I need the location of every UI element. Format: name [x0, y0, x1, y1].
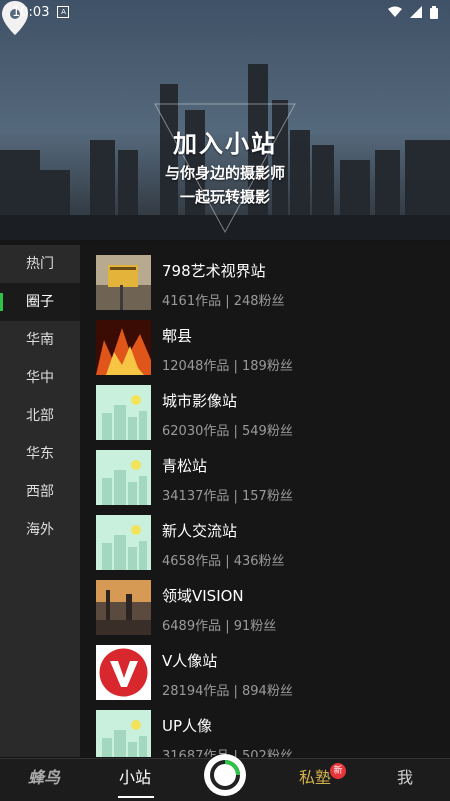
sidebar-item-label: 华东 — [26, 446, 54, 462]
sidebar-item-label: 华南 — [26, 332, 54, 348]
status-bar: 10:03 A — [0, 0, 450, 24]
sidebar-item-label: 海外 — [26, 522, 54, 538]
camera-button[interactable] — [204, 754, 246, 796]
v-logo-icon — [96, 645, 151, 700]
sidebar-item-label: 圈子 — [26, 294, 54, 310]
camera-icon — [205, 755, 245, 795]
station-row[interactable]: V人像站 28194作品 | 894粉丝 — [80, 635, 450, 700]
city-placeholder-icon — [96, 710, 151, 757]
sidebar-item-label: 热门 — [26, 256, 54, 272]
new-badge: 新 — [330, 763, 346, 779]
banner-subtitle-line1: 与你身边的摄影师 — [164, 164, 285, 182]
station-thumbnail — [96, 255, 151, 310]
sidebar-item-central[interactable]: 华中 — [0, 359, 80, 397]
banner-subtitle-line2: 一起玩转摄影 — [179, 188, 270, 206]
sidebar-item-east[interactable]: 华东 — [0, 435, 80, 473]
photo-city-thumb — [96, 580, 151, 635]
city-placeholder-icon — [96, 515, 151, 570]
sidebar-item-south[interactable]: 华南 — [0, 321, 80, 359]
station-stats: 4658作品 | 436粉丝 — [162, 554, 285, 569]
station-thumbnail — [96, 515, 151, 570]
city-placeholder-icon — [96, 385, 151, 440]
status-time: 10:03 — [12, 4, 50, 20]
station-stats: 34137作品 | 157粉丝 — [162, 489, 293, 504]
tab-fengniao[interactable]: 蜂鸟 — [14, 759, 74, 801]
station-row[interactable]: 青松站 34137作品 | 157粉丝 — [80, 440, 450, 505]
station-thumbnail — [96, 450, 151, 505]
active-tab-indicator — [118, 796, 154, 798]
station-row[interactable]: 郫县 12048作品 | 189粉丝 — [80, 310, 450, 375]
station-stats: 12048作品 | 189粉丝 — [162, 359, 293, 374]
sidebar-item-circle[interactable]: 圈子 — [0, 283, 80, 321]
station-name: 798艺术视界站 — [162, 262, 266, 280]
station-name: 新人交流站 — [162, 522, 238, 540]
sidebar-item-overseas[interactable]: 海外 — [0, 511, 80, 549]
station-stats: 62030作品 | 549粉丝 — [162, 424, 293, 439]
station-thumbnail — [96, 645, 151, 700]
sidebar-item-north[interactable]: 北部 — [0, 397, 80, 435]
station-stats: 6489作品 | 91粉丝 — [162, 619, 277, 634]
station-thumbnail — [96, 580, 151, 635]
station-row[interactable]: 新人交流站 4658作品 | 436粉丝 — [80, 505, 450, 570]
notification-icon: A — [57, 6, 70, 18]
battery-icon — [430, 5, 438, 19]
station-stats: 4161作品 | 248粉丝 — [162, 294, 285, 309]
sidebar-item-hot[interactable]: 热门 — [0, 245, 80, 283]
station-name: 青松站 — [162, 457, 208, 475]
station-row[interactable]: 城市影像站 62030作品 | 549粉丝 — [80, 375, 450, 440]
station-name: 领域VISION — [162, 587, 244, 605]
region-sidebar: 热门 圈子 华南 华中 北部 华东 西部 海外 — [0, 245, 80, 757]
sidebar-item-west[interactable]: 西部 — [0, 473, 80, 511]
sidebar-item-label: 西部 — [26, 484, 54, 500]
station-name: UP人像 — [162, 717, 213, 735]
station-row[interactable]: 领域VISION 6489作品 | 91粉丝 — [80, 570, 450, 635]
sidebar-item-label: 华中 — [26, 370, 54, 386]
banner-title: 加入小站 — [173, 130, 277, 158]
station-name: 城市影像站 — [162, 392, 238, 410]
station-thumbnail — [96, 320, 151, 375]
tab-xiaozhan[interactable]: 小站 — [100, 759, 170, 801]
station-thumbnail — [96, 710, 151, 757]
city-placeholder-icon — [96, 450, 151, 505]
sidebar-item-label: 北部 — [26, 408, 54, 424]
station-name: 郫县 — [162, 327, 193, 345]
station-list[interactable]: 798艺术视界站 4161作品 | 248粉丝 郫县 12048作品 | 189… — [80, 245, 450, 757]
station-stats: 28194作品 | 894粉丝 — [162, 684, 293, 699]
wifi-icon — [388, 6, 402, 17]
station-thumbnail — [96, 385, 151, 440]
signal-icon — [410, 6, 422, 18]
station-name: V人像站 — [162, 652, 218, 670]
photo-sign-thumb — [96, 255, 151, 310]
tab-me[interactable]: 我 — [370, 759, 440, 801]
station-row[interactable]: 798艺术视界站 4161作品 | 248粉丝 — [80, 245, 450, 310]
photo-fire-thumb — [96, 320, 151, 375]
hero-banner[interactable]: 加入小站 与你身边的摄影师 一起玩转摄影 — [0, 0, 450, 240]
station-row[interactable]: UP人像 31687作品 | 502粉丝 — [80, 700, 450, 757]
